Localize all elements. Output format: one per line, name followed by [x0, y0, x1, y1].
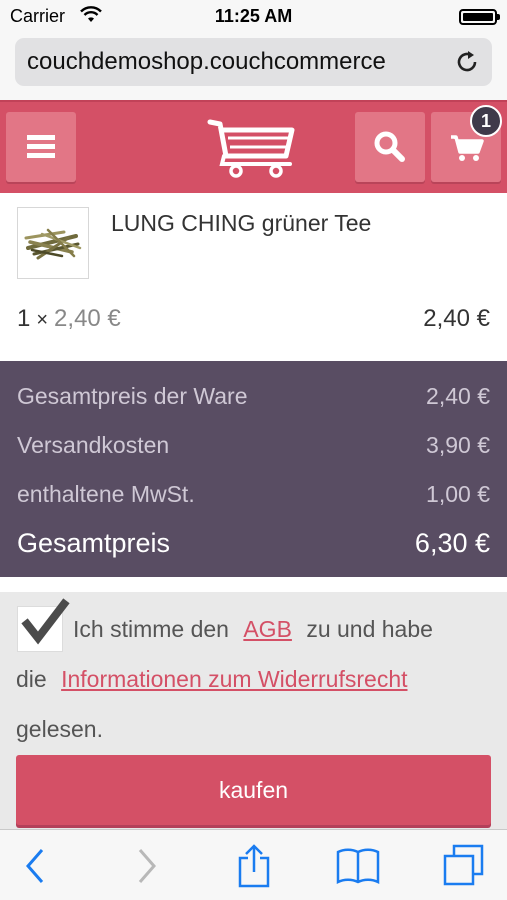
product-image[interactable] — [17, 207, 89, 279]
search-icon — [355, 131, 425, 186]
widerruf-link[interactable]: Informationen zum Widerrufsrecht — [61, 666, 407, 692]
line-total: 2,40 € — [423, 305, 490, 332]
terms-section: Ich stimme den AGB zu und habe die Infor… — [0, 592, 507, 829]
summary-value: 3,90 € — [426, 432, 490, 458]
shop-header — [0, 100, 507, 193]
browser-address-area: couchdemoshop.couchcommerce — [0, 32, 507, 100]
shop-logo[interactable] — [206, 116, 302, 178]
cart-count-badge: 1 — [470, 105, 502, 137]
unit-price: 2,40 € — [54, 305, 121, 332]
cart-icon — [431, 135, 501, 186]
back-icon[interactable] — [14, 844, 58, 888]
summary-label: Gesamtpreis der Ware — [17, 383, 248, 409]
buy-button[interactable]: kaufen — [16, 755, 491, 825]
total-label: Gesamtpreis — [17, 528, 171, 558]
product-name[interactable]: LUNG CHING grüner Tee — [111, 210, 371, 237]
summary-label: Versandkosten — [17, 432, 170, 458]
address-bar[interactable]: couchdemoshop.couchcommerce — [15, 38, 492, 86]
checkmark-icon — [18, 598, 70, 648]
clock: 11:25 AM — [214, 6, 293, 26]
battery-icon — [459, 9, 500, 25]
terms-text: Ich stimme den — [73, 616, 229, 642]
terms-line-2: die Informationen zum Widerrufsrecht — [16, 666, 408, 693]
quantity-value: 1 — [17, 305, 31, 332]
status-bar: Carrier 11:25 AM — [0, 0, 507, 32]
order-summary: Gesamtpreis der Ware 2,40 € Versandkoste… — [0, 361, 507, 577]
share-icon[interactable] — [232, 844, 276, 888]
total-value: 6,30 € — [414, 528, 490, 558]
summary-value: 2,40 € — [426, 383, 490, 409]
search-button[interactable] — [355, 112, 425, 182]
summary-label: enthaltene MwSt. — [17, 481, 195, 507]
menu-button[interactable] — [6, 112, 76, 182]
terms-line-1: Ich stimme den AGB zu und habe — [73, 616, 433, 643]
forward-icon[interactable] — [124, 844, 168, 888]
hamburger-icon — [6, 135, 76, 186]
summary-value: 1,00 € — [426, 481, 490, 507]
agb-link[interactable]: AGB — [243, 616, 292, 642]
terms-text: gelesen. — [16, 716, 103, 742]
terms-text: zu und habe — [306, 616, 433, 642]
browser-toolbar — [0, 829, 507, 900]
terms-text: die — [16, 666, 47, 692]
quantity-line: 1 × 2,40 € — [17, 305, 121, 333]
url-text[interactable]: couchdemoshop.couchcommerce — [27, 48, 447, 76]
reload-icon[interactable] — [454, 49, 480, 75]
bookmarks-icon[interactable] — [336, 844, 380, 888]
tabs-icon[interactable] — [442, 844, 486, 888]
terms-line-3: gelesen. — [16, 716, 103, 743]
times-sign: × — [36, 309, 49, 331]
